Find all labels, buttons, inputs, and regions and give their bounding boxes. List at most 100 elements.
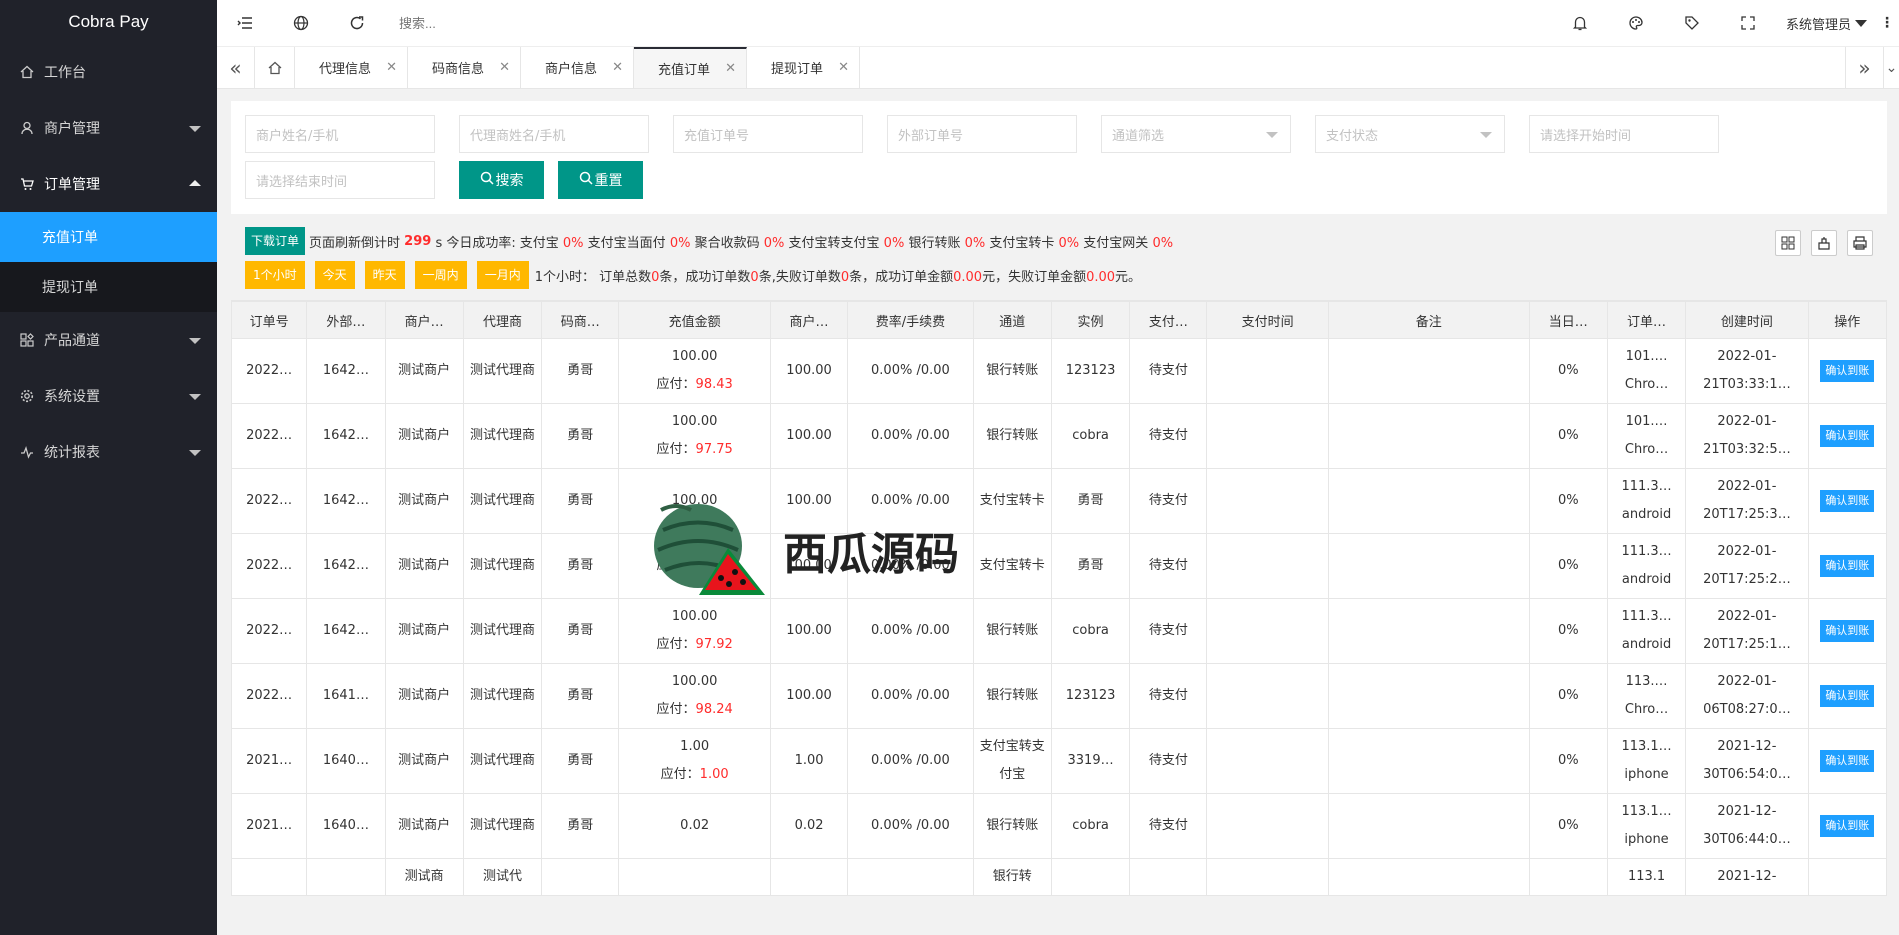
cell-amount: 100.00 应付：97.75 (618, 403, 771, 469)
top-search-input[interactable] (399, 15, 799, 31)
column-header[interactable]: 备注 (1327, 301, 1530, 339)
reset-button[interactable]: 重置 (558, 161, 643, 199)
tab-recharge-orders[interactable]: 充值订单 ✕ (634, 47, 747, 88)
status-select[interactable]: 支付状态 (1315, 115, 1505, 153)
confirm-received-button[interactable]: 确认到账 (1820, 360, 1875, 382)
cell-amount (618, 858, 771, 896)
sidebar-item-recharge-orders[interactable]: 充值订单 (0, 212, 217, 262)
cell-merchant-amount: 1.00 (769, 728, 849, 794)
payable-line: 应付：98.24 (625, 696, 764, 724)
search-button[interactable]: 搜索 (459, 161, 544, 199)
confirm-received-button[interactable]: 确认到账 (1820, 425, 1875, 447)
filter-panel: 商户姓名/手机 代理商姓名/手机 充值订单号 外部订单号 通道筛选 支付状态 请… (231, 101, 1887, 214)
confirm-received-button[interactable]: 确认到账 (1820, 555, 1875, 577)
tabs-menu-icon[interactable]: ⌄ (1883, 47, 1899, 89)
cell-daily-rate: 0% (1528, 728, 1608, 794)
external-no-input[interactable]: 外部订单号 (887, 115, 1077, 153)
column-header[interactable]: 代理商 (462, 301, 543, 339)
columns-icon[interactable] (1775, 230, 1801, 256)
sidebar-item-channels[interactable]: 产品通道 (0, 312, 217, 368)
download-orders-button[interactable]: 下载订单 (245, 227, 306, 255)
column-header[interactable]: 当日… (1528, 301, 1608, 339)
cell-coder: 勇哥 (541, 793, 620, 859)
column-header[interactable]: 操作 (1807, 301, 1888, 339)
order-no-input[interactable]: 充值订单号 (673, 115, 863, 153)
globe-icon[interactable] (273, 15, 329, 31)
cell-status: 待支付 (1129, 533, 1208, 599)
cell-external-no: 1641… (306, 663, 386, 729)
tabs-right-tools: » ⌄ (1845, 47, 1899, 89)
agent-filter-input[interactable]: 代理商姓名/手机 (459, 115, 649, 153)
table-header-row: 订单号 外部… 商户… 代理商 码商… 充值金额 商户… 费率/手续费 通道 实例 支付… 支付时间备… (230, 301, 1888, 339)
refresh-icon[interactable] (329, 15, 385, 31)
column-header[interactable]: 通道 (972, 301, 1052, 339)
sidebar-item-merchant[interactable]: 商户管理 (0, 100, 217, 156)
cell-agent: 测试代理商 (462, 793, 543, 859)
sidebar-submenu-orders: 充值订单 提现订单 (0, 212, 217, 312)
close-icon[interactable]: ✕ (499, 60, 510, 75)
confirm-received-button[interactable]: 确认到账 (1820, 685, 1875, 707)
column-header[interactable]: 支付… (1129, 301, 1208, 339)
column-header[interactable]: 费率/手续费 (847, 301, 974, 339)
cell-order-no: 2022… (230, 338, 308, 404)
column-header[interactable]: 支付时间 (1206, 301, 1329, 339)
range-1-hour-button[interactable]: 1个小时 (245, 261, 305, 289)
tab-merchant-info[interactable]: 商户信息 ✕ (521, 47, 634, 88)
column-header[interactable]: 商户… (384, 301, 464, 339)
column-header[interactable]: 充值金额 (618, 301, 771, 339)
range-today-button[interactable]: 今天 (314, 261, 355, 289)
tabs-scroll-left-icon[interactable]: « (217, 47, 255, 88)
close-icon[interactable]: ✕ (612, 60, 623, 75)
tab-coder-info[interactable]: 码商信息 ✕ (408, 47, 521, 88)
menu-collapse-icon[interactable] (217, 16, 273, 30)
column-header[interactable]: 商户… (769, 301, 849, 339)
sidebar-item-orders[interactable]: 订单管理 (0, 156, 217, 212)
cell-daily-rate: 0% (1528, 663, 1608, 729)
confirm-received-button[interactable]: 确认到账 (1820, 815, 1875, 837)
column-header[interactable]: 实例 (1050, 301, 1131, 339)
column-header[interactable]: 订单号 (230, 301, 308, 339)
start-time-input[interactable]: 请选择开始时间 (1529, 115, 1719, 153)
print-icon[interactable] (1847, 230, 1873, 256)
close-icon[interactable]: ✕ (725, 61, 736, 76)
close-icon[interactable]: ✕ (838, 60, 849, 75)
bell-icon[interactable] (1552, 15, 1608, 31)
tabs-scroll-right-icon[interactable]: » (1845, 47, 1883, 89)
channel-select[interactable]: 通道筛选 (1101, 115, 1291, 153)
channel-select-label: 通道筛选 (1112, 128, 1165, 144)
sidebar-item-withdraw-orders[interactable]: 提现订单 (0, 262, 217, 312)
confirm-received-button[interactable]: 确认到账 (1820, 620, 1875, 642)
range-week-button[interactable]: 一周内 (414, 261, 467, 289)
tab-agent-info[interactable]: 代理信息 ✕ (295, 47, 408, 88)
user-menu[interactable]: 系统管理员 (1776, 14, 1875, 33)
export-icon[interactable] (1811, 230, 1837, 256)
column-header[interactable]: 码商… (541, 301, 620, 339)
cell-merchant: 测试商户 (384, 533, 464, 599)
chevron-up-icon (189, 180, 201, 186)
table-row: 2021… 1640… 测试商户 测试代理商 勇哥 0.02 0.02 0.00% /0.00… (230, 793, 1888, 859)
cell-created-time: 2022-01-21T03:33:1… (1685, 338, 1809, 404)
summary-value: 0.00 (1086, 269, 1116, 285)
tag-icon[interactable] (1664, 15, 1720, 31)
confirm-received-button[interactable]: 确认到账 (1820, 490, 1875, 512)
more-vertical-icon[interactable]: ⋮ (1875, 15, 1899, 31)
fullscreen-icon[interactable] (1720, 16, 1776, 30)
column-header[interactable]: 外部… (306, 301, 386, 339)
range-month-button[interactable]: 一月内 (476, 261, 529, 289)
column-header[interactable]: 订单… (1606, 301, 1687, 339)
close-icon[interactable]: ✕ (386, 60, 397, 75)
cell-agent: 测试代理商 (462, 403, 543, 469)
sidebar-item-settings[interactable]: 系统设置 (0, 368, 217, 424)
cell-external-no (306, 858, 386, 896)
merchant-filter-input[interactable]: 商户姓名/手机 (245, 115, 435, 153)
tab-withdraw-orders[interactable]: 提现订单 ✕ (747, 47, 860, 88)
column-header[interactable]: 创建时间 (1685, 301, 1809, 339)
theme-icon[interactable] (1608, 15, 1664, 31)
sidebar-item-reports[interactable]: 统计报表 (0, 424, 217, 480)
payable-label: 应付： (656, 637, 696, 652)
end-time-input[interactable]: 请选择结束时间 (245, 161, 435, 199)
confirm-received-button[interactable]: 确认到账 (1820, 750, 1875, 772)
tab-home-icon[interactable] (255, 47, 295, 88)
range-yesterday-button[interactable]: 昨天 (364, 261, 405, 289)
sidebar-item-workbench[interactable]: 工作台 (0, 44, 217, 100)
